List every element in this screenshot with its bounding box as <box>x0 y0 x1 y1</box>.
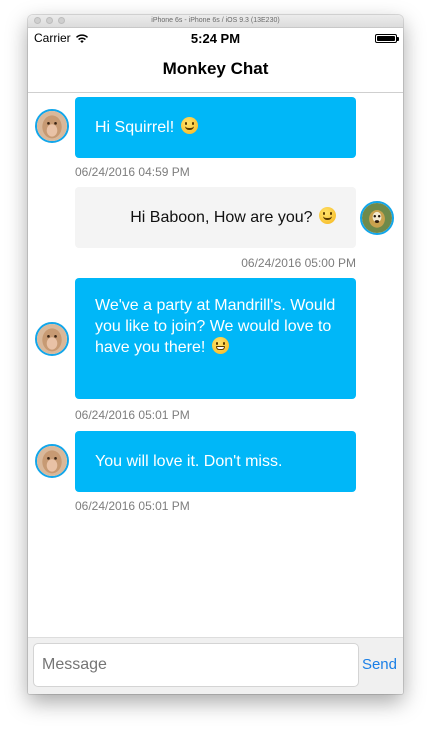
smile-emoji-icon <box>319 207 336 224</box>
message-text: Hi Baboon, How are you? <box>130 209 313 226</box>
baboon-avatar[interactable] <box>35 322 69 356</box>
simulator-window: iPhone 6s - iPhone 6s / iOS 9.3 (13E230)… <box>28 15 403 694</box>
grin-emoji-icon <box>211 337 229 354</box>
send-button[interactable]: Send <box>362 656 397 673</box>
navigation-bar: Monkey Chat <box>28 48 403 93</box>
message-text: Hi Squirrel! <box>95 119 175 136</box>
message-bubble[interactable]: You will love it. Don't miss. <box>75 431 356 492</box>
status-bar: Carrier 5:24 PM <box>28 28 403 48</box>
message-bubble[interactable]: Hi Squirrel! <box>75 97 356 158</box>
window-title: iPhone 6s - iPhone 6s / iOS 9.3 (13E230) <box>151 17 280 24</box>
status-time: 5:24 PM <box>190 31 241 46</box>
message-text: You will love it. Don't miss. <box>95 453 283 470</box>
page-title: Monkey Chat <box>162 59 269 78</box>
message-timestamp: 06/24/2016 04:59 PM <box>75 165 190 179</box>
message-timestamp: 06/24/2016 05:00 PM <box>241 256 356 270</box>
baboon-avatar[interactable] <box>35 444 69 478</box>
message-input[interactable] <box>33 643 359 687</box>
message-bubble[interactable]: Hi Baboon, How are you? <box>75 187 356 248</box>
battery-icon <box>375 34 399 43</box>
message-bubble[interactable]: We've a party at Mandrill's. Would you l… <box>75 278 356 399</box>
window-titlebar: iPhone 6s - iPhone 6s / iOS 9.3 (13E230) <box>28 15 403 28</box>
squirrel-monkey-avatar[interactable] <box>360 201 394 235</box>
baboon-avatar[interactable] <box>35 109 69 143</box>
message-timestamp: 06/24/2016 05:01 PM <box>75 499 190 513</box>
smile-emoji-icon <box>180 117 198 134</box>
message-timestamp: 06/24/2016 05:01 PM <box>75 408 190 422</box>
message-list[interactable]: Hi Squirrel! 06/24/2016 04:59 PM Hi Babo… <box>28 93 403 639</box>
composer-bar: Send <box>28 637 403 694</box>
